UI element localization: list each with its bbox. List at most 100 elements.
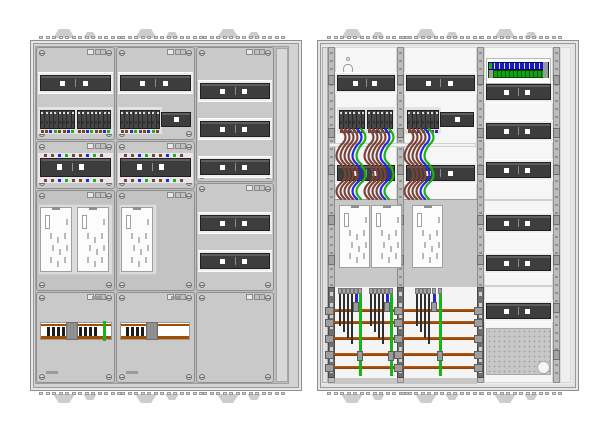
bus-rail-slot bbox=[479, 292, 482, 296]
rail-fitting bbox=[553, 215, 560, 225]
pe-wire-green bbox=[390, 294, 393, 376]
knockout-dash bbox=[154, 36, 158, 39]
terminal-dot bbox=[138, 179, 141, 182]
din-rail-highlight bbox=[487, 85, 550, 87]
breaker-window bbox=[220, 221, 225, 226]
din-rail-edge-light bbox=[198, 271, 272, 272]
knockout-dash bbox=[353, 36, 357, 39]
knockout-dash bbox=[434, 392, 438, 395]
knockout-dash bbox=[128, 36, 132, 39]
module-mark bbox=[143, 121, 145, 124]
module-mark bbox=[427, 121, 429, 124]
terminal-dot bbox=[431, 130, 434, 133]
meter-vent bbox=[66, 245, 68, 251]
knockout-boss bbox=[215, 394, 241, 403]
knockout-dash bbox=[216, 392, 220, 395]
latch bbox=[87, 49, 94, 55]
knockout-dash bbox=[160, 36, 164, 39]
rail-hole bbox=[479, 124, 482, 126]
knockout-dash bbox=[473, 36, 477, 39]
screw-slot bbox=[187, 285, 191, 286]
terminal-dot bbox=[82, 130, 85, 133]
meter-notch bbox=[351, 205, 359, 208]
din-rail-edge-light bbox=[484, 141, 553, 142]
knockout-dash bbox=[487, 36, 491, 39]
knockout-dash bbox=[421, 392, 425, 395]
rail-hole bbox=[330, 124, 333, 126]
terminal-dot bbox=[143, 130, 146, 133]
rail-hole bbox=[479, 196, 482, 198]
knockout-dash bbox=[466, 392, 470, 395]
din-rail-highlight bbox=[407, 76, 474, 78]
rail-hole bbox=[330, 156, 333, 158]
rail-hole bbox=[479, 188, 482, 190]
breaker-window bbox=[504, 168, 509, 173]
breaker-window bbox=[353, 81, 358, 86]
meter-vent bbox=[103, 245, 105, 251]
rail-hole bbox=[479, 204, 482, 206]
meter-wire-black bbox=[424, 294, 426, 338]
screw-slot bbox=[266, 298, 270, 299]
knockout-dash bbox=[526, 392, 530, 395]
knockout-dash bbox=[347, 392, 351, 395]
fuse-tick bbox=[136, 327, 139, 336]
din-rail-edge-light bbox=[198, 233, 272, 234]
bus-rail-slot bbox=[479, 314, 482, 318]
terminal-dot bbox=[139, 130, 142, 133]
rail-hole bbox=[479, 148, 482, 150]
knockout-dash bbox=[59, 392, 63, 395]
rail-hole bbox=[399, 108, 402, 110]
rail-tick bbox=[235, 219, 236, 227]
din-rail-edge-light bbox=[198, 139, 272, 140]
module-mark bbox=[50, 121, 52, 124]
terminal-dot bbox=[63, 130, 66, 133]
breaker-window bbox=[220, 165, 225, 170]
rail-hole bbox=[330, 100, 333, 102]
meter-vent bbox=[131, 257, 133, 263]
joint-strip bbox=[329, 143, 476, 147]
module-mark bbox=[99, 121, 101, 124]
latch bbox=[180, 193, 181, 197]
rail-hole bbox=[479, 252, 482, 254]
rail-hole bbox=[555, 148, 558, 150]
holder-block bbox=[146, 322, 158, 340]
din-rail-highlight bbox=[407, 166, 474, 168]
rail-fitting bbox=[553, 165, 560, 175]
screw-slot bbox=[40, 147, 44, 148]
module-mark bbox=[422, 112, 424, 114]
din-rail-highlight bbox=[201, 216, 269, 218]
breaker-window bbox=[525, 90, 530, 95]
busbar bbox=[334, 353, 474, 356]
latch bbox=[180, 144, 181, 148]
module-mark bbox=[135, 112, 137, 114]
knockout-dash bbox=[558, 36, 562, 39]
din-rail-highlight bbox=[487, 304, 550, 306]
knockout-dash bbox=[173, 392, 177, 395]
knockout-dash bbox=[401, 392, 405, 395]
terminal-dot bbox=[340, 130, 343, 133]
knockout-dash bbox=[519, 392, 523, 395]
meter-vent bbox=[59, 249, 61, 255]
knockout-dash bbox=[193, 392, 197, 395]
terminal-dot bbox=[86, 154, 89, 157]
rail-fitting bbox=[328, 75, 335, 85]
breaker-window bbox=[504, 261, 509, 266]
rail-hole bbox=[555, 204, 558, 206]
meter-wire-black bbox=[374, 294, 376, 332]
knockout-dash bbox=[427, 392, 431, 395]
din-rail-edge-light bbox=[38, 72, 113, 73]
din-rail-edge-light bbox=[404, 93, 477, 94]
meter-vent bbox=[50, 257, 52, 263]
rail-hole bbox=[555, 300, 558, 302]
screw-slot bbox=[107, 298, 111, 299]
screw-slot bbox=[40, 285, 44, 286]
din-rail-edge-light bbox=[484, 102, 553, 103]
rail-hole bbox=[330, 244, 333, 246]
knockout-dash bbox=[460, 392, 464, 395]
meter-vent bbox=[349, 253, 351, 259]
meter-vent bbox=[429, 257, 431, 263]
meter-notch bbox=[133, 207, 141, 210]
screw-slot bbox=[187, 147, 191, 148]
rail-tick bbox=[518, 127, 519, 135]
din-rail-edge-light bbox=[484, 321, 553, 322]
